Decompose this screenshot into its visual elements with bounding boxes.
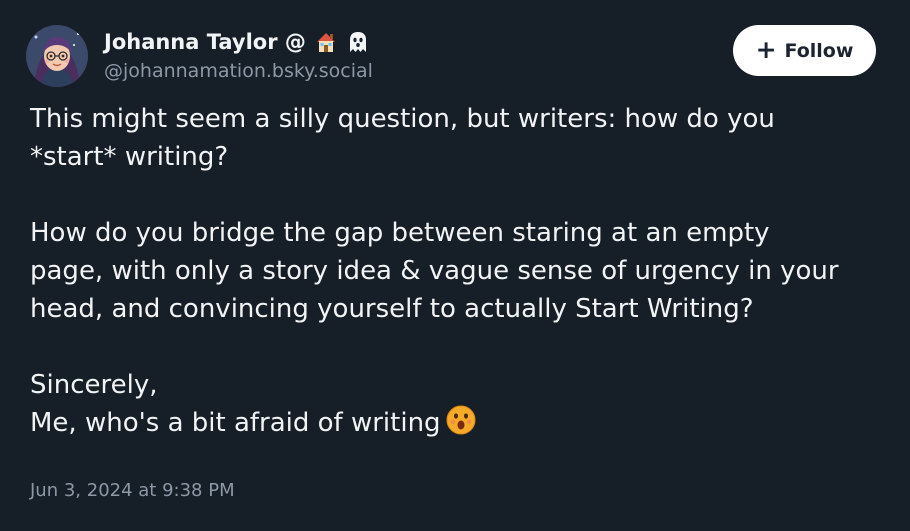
avatar-illustration <box>26 25 88 87</box>
post-line: *start* writing? <box>30 142 229 172</box>
ghost-icon <box>346 30 370 54</box>
follow-button-label: Follow <box>784 39 854 62</box>
post-line: page, with only a story idea & vague sen… <box>30 256 839 286</box>
post-card: Johanna Taylor @ @johannamation.bsky.soc… <box>0 0 910 531</box>
house-icon <box>314 30 338 54</box>
plus-icon: + <box>755 34 777 64</box>
face-with-open-mouth-icon <box>445 404 477 436</box>
post-line: This might seem a silly question, but wr… <box>30 104 775 134</box>
follow-button[interactable]: + Follow <box>733 25 876 76</box>
display-name[interactable]: Johanna Taylor @ <box>104 30 306 54</box>
post-text: This might seem a silly question, but wr… <box>30 100 890 442</box>
name-row: Johanna Taylor @ <box>104 28 604 56</box>
post-line: How do you bridge the gap between starin… <box>30 218 770 248</box>
post-line: head, and convincing yourself to actuall… <box>30 294 754 324</box>
post-line: Sincerely, <box>30 370 158 400</box>
post-line-with-emoji: Me, who's a bit afraid of writing <box>30 404 890 442</box>
post-line: Me, who's a bit afraid of writing <box>30 408 441 438</box>
user-handle[interactable]: @johannamation.bsky.social <box>104 60 604 82</box>
avatar[interactable] <box>26 25 88 87</box>
post-timestamp[interactable]: Jun 3, 2024 at 9:38 PM <box>30 480 235 501</box>
author-block: Johanna Taylor @ @johannamation.bsky.soc… <box>104 28 604 82</box>
